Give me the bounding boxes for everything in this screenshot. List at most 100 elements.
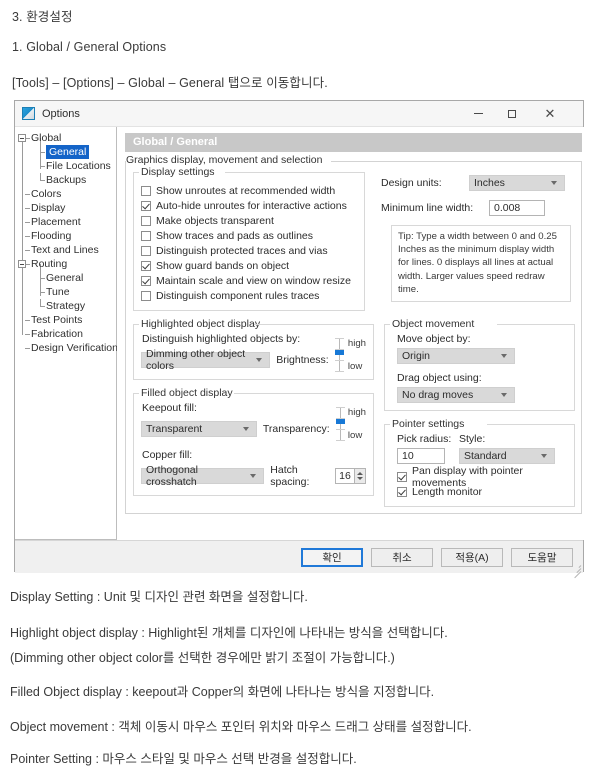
checkbox-make-objects-transparent[interactable]: Make objects transparent [141, 213, 357, 228]
checkbox-pan-display-with-pointer-movements[interactable]: Pan display with pointer movements [397, 465, 567, 489]
graphics-group-legend: Graphics display, movement and selection [126, 154, 328, 166]
dialog-footer: 확인 취소 적용(A) 도움말 [15, 540, 583, 579]
tree-item-display[interactable]: Display [15, 201, 116, 215]
tree-item-label: Placement [31, 216, 81, 228]
resize-grip[interactable] [571, 562, 582, 579]
tree-item-text-and-lines[interactable]: Text and Lines [15, 243, 116, 257]
tree-item-design-verification[interactable]: Design Verification [15, 341, 118, 355]
checkbox-unchecked-icon[interactable] [141, 290, 151, 301]
tree-item-label: Tune [46, 286, 70, 298]
dialog-button-확인[interactable]: 확인 [301, 547, 363, 567]
dialog-button-취소[interactable]: 취소 [371, 547, 433, 567]
expander-icon[interactable] [18, 134, 26, 142]
distinguish-highlighted-select[interactable]: Dimming other object colors [141, 348, 271, 372]
transparency-slider-thumb[interactable] [335, 419, 345, 424]
checkbox-show-unroutes-at-recommended-width[interactable]: Show unroutes at recommended width [141, 183, 357, 198]
dialog-button-도움말[interactable]: 도움말 [511, 547, 573, 567]
minimum-line-width-label: Minimum line width: [381, 202, 474, 214]
pointer-style-label: Style: [459, 433, 486, 445]
chevron-down-icon [256, 358, 263, 362]
checkbox-unchecked-icon[interactable] [141, 215, 151, 226]
maximize-icon[interactable] [497, 101, 527, 126]
section-subtitle: 1. Global / General Options [12, 40, 167, 54]
section-banner: Global / General [125, 133, 582, 152]
expander-icon[interactable] [18, 260, 26, 268]
checkbox-auto-hide-unroutes-for-interactive-actions[interactable]: Auto-hide unroutes for interactive actio… [141, 198, 357, 213]
filled-object-display-group: Filled object display Keepout fill: Tran… [133, 387, 374, 496]
object-movement-group: Object movement Move object by: Origin D… [384, 318, 575, 411]
checkbox-show-guard-bands-on-object[interactable]: Show guard bands on object [141, 258, 357, 273]
drag-object-using-label: Drag object using: [397, 372, 482, 384]
drag-object-using-select[interactable]: No drag moves [397, 387, 515, 403]
transparency-slider[interactable] [335, 407, 345, 441]
checkbox-unchecked-icon[interactable] [141, 230, 151, 241]
tree-item-label: Global [31, 132, 62, 144]
dialog-button-label: 적용(A) [455, 551, 489, 564]
options-content-pane: Global / General Graphics display, movem… [117, 127, 590, 540]
tree-item-label: Fabrication [31, 328, 83, 340]
pick-radius-label: Pick radius: [397, 433, 452, 445]
checkbox-maintain-scale-and-view-on-window-resize[interactable]: Maintain scale and view on window resize [141, 273, 357, 288]
copper-fill-select[interactable]: Orthogonal crosshatch [141, 464, 265, 488]
brightness-label: Brightness: [276, 354, 329, 366]
checkbox-unchecked-icon[interactable] [141, 185, 151, 196]
pick-radius-input[interactable]: 10 [397, 448, 445, 464]
checkbox-unchecked-icon[interactable] [141, 245, 151, 256]
tree-item-label: General [46, 145, 90, 159]
dialog-button-적용(A)[interactable]: 적용(A) [441, 547, 503, 567]
checkbox-checked-icon[interactable] [397, 486, 407, 497]
dialog-button-label: 취소 [392, 551, 412, 564]
copper-fill-label: Copper fill: [142, 449, 193, 461]
design-units-select[interactable]: Inches [469, 175, 565, 191]
highlighted-object-display-legend: Highlighted object display [139, 318, 265, 330]
tree-item-label: File Locations [46, 160, 111, 172]
tree-item-backups[interactable]: Backups [15, 173, 116, 187]
pointer-style-select[interactable]: Standard [459, 448, 555, 464]
hatch-spacing-stepper[interactable] [355, 468, 366, 484]
checkbox-checked-icon[interactable] [397, 471, 407, 482]
chevron-down-icon [541, 454, 547, 458]
tree-item-strategy[interactable]: Strategy [15, 299, 116, 313]
tree-item-file-locations[interactable]: File Locations [15, 159, 116, 173]
distinguish-highlighted-value: Dimming other object colors [146, 348, 246, 372]
dialog-title: Options [42, 107, 80, 120]
tree-item-tune[interactable]: Tune [15, 285, 116, 299]
options-app-icon [22, 107, 35, 120]
tree-item-general[interactable]: General [15, 271, 116, 285]
tree-item-fabrication[interactable]: Fabrication [15, 327, 116, 341]
tree-item-label: Design Verification [31, 342, 118, 354]
minimize-icon[interactable] [463, 101, 493, 126]
tree-item-routing[interactable]: Routing [15, 257, 116, 271]
checkbox-checked-icon[interactable] [141, 200, 151, 211]
tree-item-general[interactable]: General [15, 145, 116, 159]
page-title: 3. 환경설정 [12, 10, 73, 24]
checkbox-checked-icon[interactable] [141, 275, 151, 286]
tree-item-label: Test Points [31, 314, 83, 326]
tree-item-label: Display [31, 202, 66, 214]
tree-item-flooding[interactable]: Flooding [15, 229, 116, 243]
checkbox-label: Make objects transparent [156, 214, 274, 227]
checkbox-distinguish-protected-traces-and-vias[interactable]: Distinguish protected traces and vias [141, 243, 357, 258]
dialog-titlebar: Options ✕ [15, 101, 583, 127]
move-object-by-select[interactable]: Origin [397, 348, 515, 364]
tree-item-colors[interactable]: Colors [15, 187, 116, 201]
minimum-line-width-input[interactable]: 0.008 [489, 200, 545, 216]
checkbox-distinguish-component-rules-traces[interactable]: Distinguish component rules traces [141, 288, 357, 303]
keepout-fill-select[interactable]: Transparent [141, 421, 257, 437]
checkbox-checked-icon[interactable] [141, 260, 151, 271]
options-category-tree[interactable]: Global General File Locations Backups Colors… [15, 127, 118, 540]
drag-object-using-value: No drag moves [402, 389, 474, 401]
display-settings-legend: Display settings [139, 166, 219, 178]
tree-item-test-points[interactable]: Test Points [15, 313, 116, 327]
hatch-spacing-input[interactable]: 16 [335, 468, 355, 484]
stepper-up-icon[interactable] [357, 472, 363, 475]
brightness-slider[interactable] [334, 338, 344, 372]
brightness-slider-thumb[interactable] [334, 350, 344, 355]
checkbox-show-traces-and-pads-as-outlines[interactable]: Show traces and pads as outlines [141, 228, 357, 243]
close-icon[interactable]: ✕ [535, 101, 565, 126]
pointer-settings-group: Pointer settings Pick radius: 10 Style: [384, 418, 575, 507]
tree-item-placement[interactable]: Placement [15, 215, 116, 229]
stepper-down-icon[interactable] [357, 477, 363, 480]
caption-line-4: Filled Object display : keepout과 Copper의… [10, 685, 435, 699]
tree-item-global[interactable]: Global [15, 131, 116, 145]
